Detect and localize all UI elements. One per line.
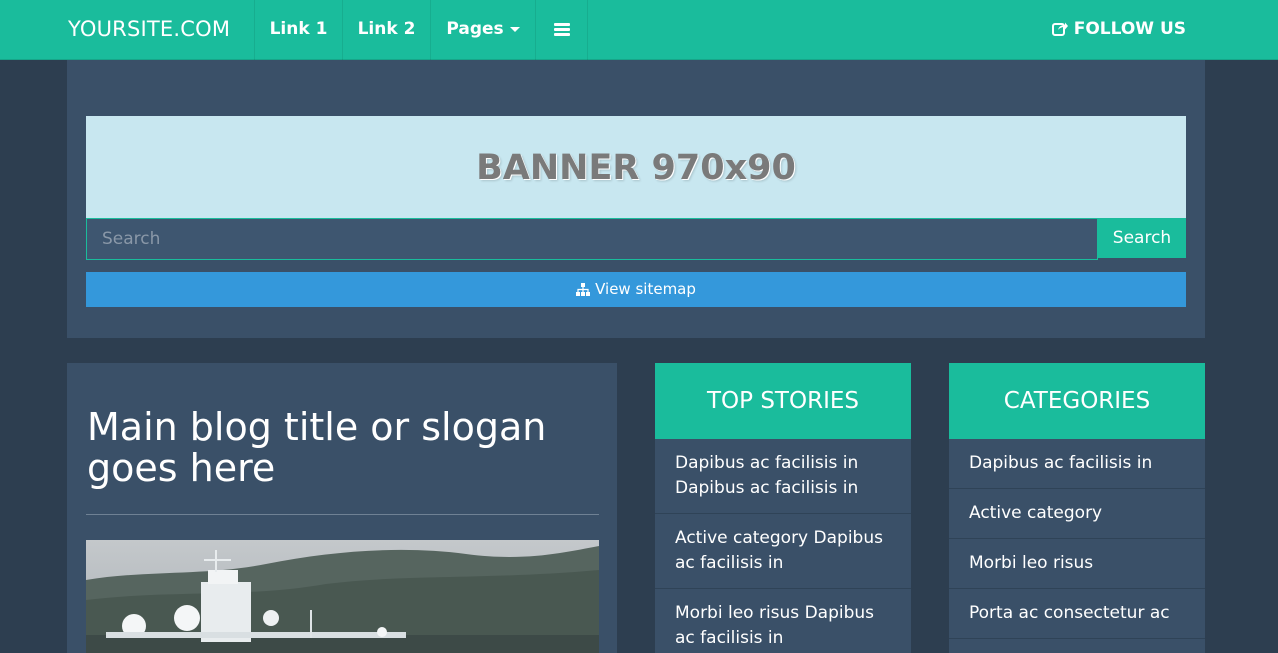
list-item[interactable]: Morbi leo risus Dapibus ac facilisis in [655, 589, 911, 653]
top-stories-widget: TOP STORIES Dapibus ac facilisis in Dapi… [655, 363, 911, 653]
list-item[interactable]: Morbi leo risus [949, 539, 1205, 589]
search-input[interactable] [86, 218, 1098, 260]
main-blog-panel: Main blog title or slogan goes here [67, 363, 617, 653]
list-item[interactable]: Porta ac consectetur ac [949, 589, 1205, 639]
nav-pages-dropdown[interactable]: Pages [431, 0, 536, 60]
nav-menu-toggle[interactable] [536, 0, 588, 60]
divider [86, 514, 599, 515]
nav-link-1-label: Link 1 [269, 19, 328, 39]
list-item[interactable]: Active category Dapibus ac facilisis in [655, 514, 911, 589]
list-item[interactable]: Dapibus ac facilisis in Dapibus ac facil… [655, 439, 911, 514]
list-item[interactable]: Active category [949, 489, 1205, 539]
caret-down-icon [509, 26, 520, 32]
header-panel: BANNER 970x90 Search View sitemap [67, 60, 1205, 338]
view-sitemap-button[interactable]: View sitemap [86, 272, 1186, 307]
view-sitemap-label: View sitemap [595, 280, 696, 298]
top-stories-title: TOP STORIES [655, 363, 911, 439]
blog-title: Main blog title or slogan goes here [87, 405, 547, 490]
banner-ad[interactable]: BANNER 970x90 [86, 116, 1186, 218]
nav-link-2-label: Link 2 [357, 19, 416, 39]
nav-link-2[interactable]: Link 2 [343, 0, 431, 60]
list-item[interactable]: Dapibus ac facilisis in [949, 439, 1205, 489]
blog-featured-image [86, 540, 599, 653]
bars-icon [553, 21, 570, 38]
follow-us-label: FOLLOW US [1073, 19, 1186, 39]
search-button[interactable]: Search [1098, 218, 1186, 258]
harbor-ship-image [86, 540, 599, 653]
nav-link-1[interactable]: Link 1 [254, 0, 343, 60]
categories-title: CATEGORIES [949, 363, 1205, 439]
nav-pages-label: Pages [446, 19, 504, 39]
categories-widget: CATEGORIES Dapibus ac facilisis in Activ… [949, 363, 1205, 653]
share-square-icon [1051, 22, 1068, 36]
sitemap-icon [576, 283, 591, 296]
site-brand[interactable]: YOURSITE.COM [68, 0, 230, 60]
top-navbar: YOURSITE.COM Link 1 Link 2 Pages FOLLOW … [0, 0, 1278, 60]
follow-us-link[interactable]: FOLLOW US [1051, 0, 1186, 60]
